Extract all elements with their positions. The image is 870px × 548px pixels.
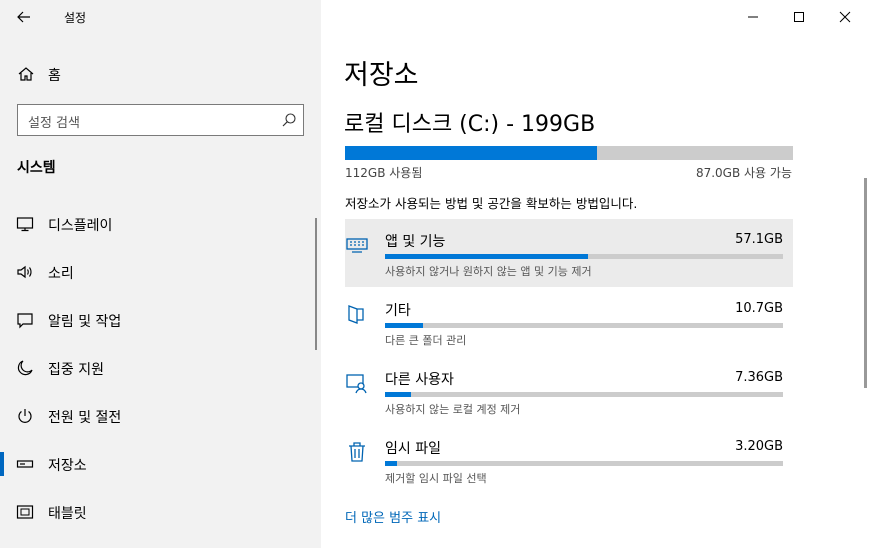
close-button[interactable]	[822, 0, 868, 34]
sidebar-item-label: 디스플레이	[48, 218, 113, 234]
category-subtitle: 제거할 임시 파일 선택	[385, 472, 487, 485]
category-usage-bar	[385, 461, 783, 466]
sidebar-item-power[interactable]: 전원 및 절전	[0, 392, 321, 440]
category-usage-fill	[385, 254, 588, 259]
category-subtitle: 다른 큰 폴더 관리	[385, 334, 467, 347]
sidebar-item-focus-assist[interactable]: 집중 지원	[0, 344, 321, 392]
maximize-icon	[794, 12, 804, 22]
sidebar-item-label: 알림 및 작업	[48, 314, 122, 330]
category-usage-bar	[385, 254, 783, 259]
disk-usage-bar	[345, 146, 793, 160]
app-title: 설정	[64, 11, 87, 25]
sidebar-item-label: 전원 및 절전	[48, 410, 122, 426]
category-usage-fill	[385, 461, 397, 466]
category-name: 기타	[385, 303, 411, 319]
sidebar-scrollbar[interactable]	[315, 218, 317, 350]
category-apps[interactable]: 앱 및 기능 57.1GB 사용하지 않거나 원하지 않는 앱 및 기능 제거	[345, 219, 793, 287]
sidebar-item-label: 태블릿	[48, 506, 87, 522]
category-name: 다른 사용자	[385, 372, 454, 388]
sidebar-item-storage[interactable]: 저장소	[0, 440, 321, 488]
section-title-system: 시스템	[17, 160, 56, 176]
selection-indicator	[0, 452, 4, 476]
back-arrow-icon	[17, 11, 30, 23]
titlebar-left: 설정	[0, 0, 321, 34]
tablet-icon	[16, 505, 34, 519]
home-icon	[18, 67, 34, 81]
home-nav-item[interactable]: 홈	[0, 56, 321, 92]
category-size: 10.7GB	[735, 301, 783, 316]
sidebar-item-tablet[interactable]: 태블릿	[0, 488, 321, 536]
sidebar-item-label: 집중 지원	[48, 362, 104, 378]
minimize-button[interactable]	[730, 0, 776, 34]
sidebar: 설정 홈 설정 검색 시스템 디스플레이 소리 알림 및 작업 집중 지원 전원…	[0, 0, 321, 548]
sidebar-item-label: 저장소	[48, 458, 87, 474]
storage-description: 저장소가 사용되는 방법 및 공간을 확보하는 방법입니다.	[345, 196, 638, 211]
free-space-label: 87.0GB 사용 가능	[695, 166, 792, 180]
folder-icon	[348, 305, 364, 324]
power-icon	[18, 409, 32, 423]
used-space-label: 112GB 사용됨	[345, 166, 423, 180]
disk-usage-fill	[345, 146, 598, 160]
category-name: 임시 파일	[385, 441, 441, 457]
sidebar-item-notifications[interactable]: 알림 및 작업	[0, 296, 321, 344]
search-icon[interactable]	[281, 112, 297, 128]
category-temp-files[interactable]: 임시 파일 3.20GB 제거할 임시 파일 선택	[345, 426, 793, 494]
user-icon	[346, 374, 367, 394]
category-other[interactable]: 기타 10.7GB 다른 큰 폴더 관리	[345, 288, 793, 356]
minimize-icon	[748, 16, 758, 18]
disk-title[interactable]: 로컬 디스크 (C:) - 199GB	[344, 106, 595, 138]
category-usage-fill	[385, 323, 424, 328]
moon-icon	[17, 360, 33, 376]
sidebar-item-label: 소리	[48, 266, 74, 282]
trash-icon	[349, 442, 365, 462]
sidebar-item-display[interactable]: 디스플레이	[0, 200, 321, 248]
category-size: 7.36GB	[735, 370, 783, 385]
search-placeholder: 설정 검색	[28, 116, 80, 131]
home-label: 홈	[48, 68, 61, 84]
category-usage-fill	[385, 392, 412, 397]
category-size: 3.20GB	[735, 439, 783, 454]
storage-icon	[16, 460, 34, 468]
speaker-icon	[17, 265, 32, 279]
monitor-icon	[16, 217, 34, 232]
category-subtitle: 사용하지 않거나 원하지 않는 앱 및 기능 제거	[385, 265, 592, 278]
settings-search-input[interactable]: 설정 검색	[17, 104, 304, 136]
back-button[interactable]	[10, 6, 38, 28]
close-icon	[839, 11, 851, 23]
main-scrollbar[interactable]	[864, 178, 867, 388]
category-size: 57.1GB	[735, 232, 783, 247]
notification-icon	[17, 313, 33, 329]
category-other-users[interactable]: 다른 사용자 7.36GB 사용하지 않는 로컬 계정 제거	[345, 357, 793, 425]
maximize-button[interactable]	[776, 0, 822, 34]
sidebar-item-sound[interactable]: 소리	[0, 248, 321, 296]
show-more-categories-link[interactable]: 더 많은 범주 표시	[345, 507, 441, 526]
category-subtitle: 사용하지 않는 로컬 계정 제거	[385, 403, 521, 416]
apps-icon	[346, 238, 368, 253]
category-usage-bar	[385, 323, 783, 328]
page-title: 저장소	[344, 60, 419, 91]
category-name: 앱 및 기능	[385, 234, 446, 250]
category-usage-bar	[385, 392, 783, 397]
